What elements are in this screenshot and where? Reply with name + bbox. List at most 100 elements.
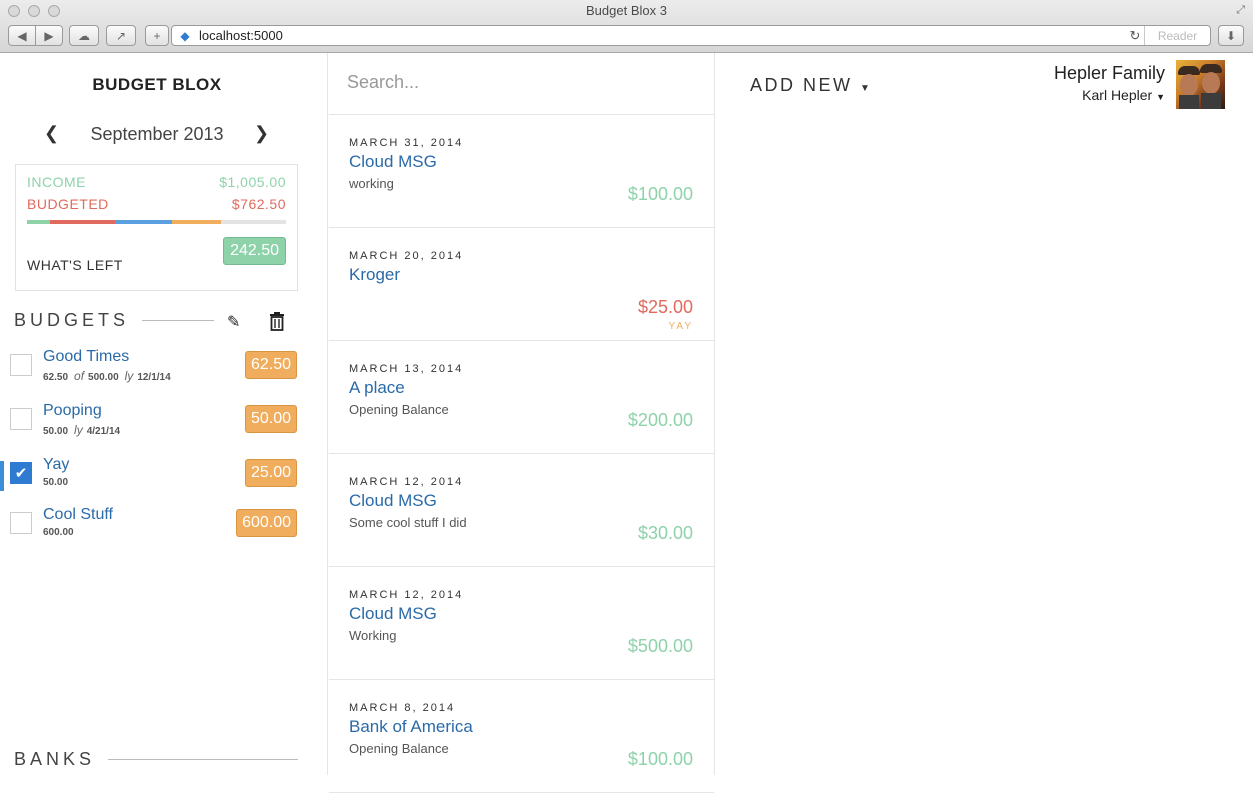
- budget-remaining-badge: 25.00: [244, 459, 297, 487]
- budget-amount: 50.00: [43, 426, 69, 437]
- download-icon: ⬇: [1225, 28, 1237, 43]
- avatar[interactable]: [1176, 60, 1225, 109]
- progress-segment: [50, 220, 116, 224]
- transaction-row[interactable]: MARCH 12, 2014 Cloud MSG Some cool stuff I…: [329, 454, 714, 567]
- budget-checkbox[interactable]: [10, 512, 32, 534]
- transaction-note: Opening Balance: [349, 402, 449, 417]
- whats-left-badge: 242.50: [223, 237, 286, 265]
- transaction-amount: $100.00: [627, 749, 693, 769]
- transaction-row[interactable]: MARCH 20, 2014 Kroger $25.00 YAY: [329, 228, 714, 341]
- budget-remaining-badge: 50.00: [244, 405, 297, 433]
- budget-checkbox[interactable]: [10, 354, 32, 376]
- back-arrow-icon: ◀: [17, 28, 27, 43]
- icloud-tabs-button[interactable]: ☁: [69, 25, 99, 46]
- avatar-shirt: [1201, 93, 1221, 109]
- transaction-note: Working: [349, 628, 397, 643]
- budget-name[interactable]: Cool Stuff: [43, 506, 113, 524]
- transaction-amount: $30.00: [637, 523, 693, 543]
- transaction-name[interactable]: Cloud MSG: [349, 152, 437, 172]
- budget-item-pooping[interactable]: Pooping 50.00 ly 4/21/14 50.00: [0, 402, 314, 451]
- budget-item-yay[interactable]: ✔ Yay 50.00 25.00: [0, 456, 314, 505]
- share-button[interactable]: ↗: [106, 25, 136, 46]
- budget-remaining-badge: 62.50: [244, 351, 297, 379]
- transaction-name[interactable]: Cloud MSG: [349, 604, 437, 624]
- transaction-date: MARCH 8, 2014: [349, 702, 456, 714]
- progress-segment: [115, 220, 173, 224]
- transaction-row[interactable]: MARCH 12, 2014 Cloud MSG Working $500.00: [329, 567, 714, 680]
- banks-heading: BANKS: [14, 749, 96, 769]
- transaction-amount: $100.00: [627, 184, 693, 204]
- share-icon: ↗: [115, 28, 127, 43]
- transaction-amount: $200.00: [627, 410, 693, 430]
- transaction-date: MARCH 12, 2014: [349, 589, 464, 601]
- of-icon: of: [74, 369, 85, 383]
- user-name: Karl Hepler: [1082, 87, 1153, 103]
- reader-button[interactable]: Reader: [1144, 26, 1210, 45]
- address-bar[interactable]: ◆ localhost:5000 ↻ Reader: [171, 25, 1211, 46]
- banks-heading-divider: [108, 759, 298, 760]
- transaction-budget-tag: YAY: [668, 321, 693, 332]
- search-input[interactable]: Search...: [329, 53, 714, 115]
- transaction-row[interactable]: MARCH 8, 2014 Bank of America Opening Bala…: [329, 680, 714, 793]
- budget-due-date: 4/21/14: [86, 426, 121, 437]
- transaction-date: MARCH 13, 2014: [349, 363, 464, 375]
- budget-meta: 50.00 ly 4/21/14: [43, 423, 120, 437]
- checkmark-icon: ✔: [14, 465, 28, 482]
- budget-meta: 600.00: [43, 527, 74, 538]
- transaction-name[interactable]: Kroger: [349, 265, 400, 285]
- budget-of-value: 500.00: [88, 372, 119, 383]
- transaction-row[interactable]: MARCH 13, 2014 A place Opening Balance $200…: [329, 341, 714, 454]
- pencil-icon[interactable]: ✎: [227, 312, 240, 332]
- budget-due-date: 12/1/14: [137, 372, 171, 383]
- window-title: Budget Blox 3: [586, 3, 667, 18]
- user-menu[interactable]: Karl Hepler ▼: [1082, 87, 1165, 103]
- transaction-date: MARCH 12, 2014: [349, 476, 464, 488]
- avatar-shirt: [1179, 95, 1199, 109]
- family-name: Hepler Family: [1053, 63, 1165, 83]
- site-favicon-icon: ◆: [180, 28, 190, 43]
- transaction-amount: $500.00: [627, 636, 693, 656]
- budgets-heading-divider: [142, 320, 214, 321]
- avatar-face: [1202, 72, 1220, 94]
- forward-button[interactable]: ▶: [35, 25, 63, 46]
- budget-item-cool-stuff[interactable]: Cool Stuff 600.00 600.00: [0, 506, 314, 555]
- transaction-date: MARCH 31, 2014: [349, 137, 464, 149]
- transaction-row[interactable]: MARCH 31, 2014 Cloud MSG working $100.00: [329, 115, 714, 228]
- next-month-icon[interactable]: ❯: [254, 123, 269, 144]
- transaction-name[interactable]: A place: [349, 378, 405, 398]
- month-navigator: ❮ September 2013 ❯: [0, 123, 314, 147]
- transactions-panel: Search... MARCH 31, 2014 Cloud MSG working…: [329, 53, 715, 793]
- caret-down-icon: ▼: [860, 83, 870, 94]
- income-label: INCOME: [27, 174, 86, 190]
- budgeted-label: BUDGETED: [27, 196, 109, 212]
- fullscreen-icon[interactable]: ⤢: [1236, 4, 1245, 17]
- transaction-name[interactable]: Bank of America: [349, 717, 473, 737]
- downloads-button[interactable]: ⬇: [1218, 25, 1244, 46]
- new-tab-button[interactable]: +: [145, 25, 169, 46]
- budget-meta: 50.00: [43, 477, 68, 488]
- back-button[interactable]: ◀: [8, 25, 36, 46]
- reload-icon[interactable]: ↻: [1126, 28, 1144, 44]
- budget-name[interactable]: Yay: [43, 456, 69, 474]
- transaction-name[interactable]: Cloud MSG: [349, 491, 437, 511]
- transaction-amount: $25.00: [637, 297, 693, 317]
- url-text[interactable]: localhost:5000: [199, 28, 1126, 43]
- budget-checkbox[interactable]: [10, 408, 32, 430]
- budget-amount: 600.00: [43, 527, 74, 538]
- add-new-dropdown[interactable]: ADD NEW ▼: [750, 75, 870, 96]
- budget-amount: 50.00: [43, 477, 69, 488]
- budget-item-good-times[interactable]: Good Times 62.50 of 500.00 ly 12/1/14 62.50: [0, 348, 314, 397]
- trash-icon[interactable]: [268, 311, 286, 331]
- recurring-icon: ly: [124, 369, 134, 383]
- add-new-label: ADD NEW: [750, 75, 853, 95]
- budget-name[interactable]: Pooping: [43, 402, 102, 420]
- budget-progress-bar: [27, 220, 286, 224]
- budget-checkbox[interactable]: ✔: [10, 462, 32, 484]
- app-brand[interactable]: BUDGET BLOX: [0, 75, 314, 95]
- budget-name[interactable]: Good Times: [43, 348, 129, 366]
- progress-segment: [221, 220, 286, 224]
- budgets-heading: BUDGETS: [14, 310, 130, 330]
- whats-left-label: WHAT'S LEFT: [27, 257, 123, 273]
- progress-segment: [27, 220, 51, 224]
- transaction-note: Opening Balance: [349, 741, 449, 756]
